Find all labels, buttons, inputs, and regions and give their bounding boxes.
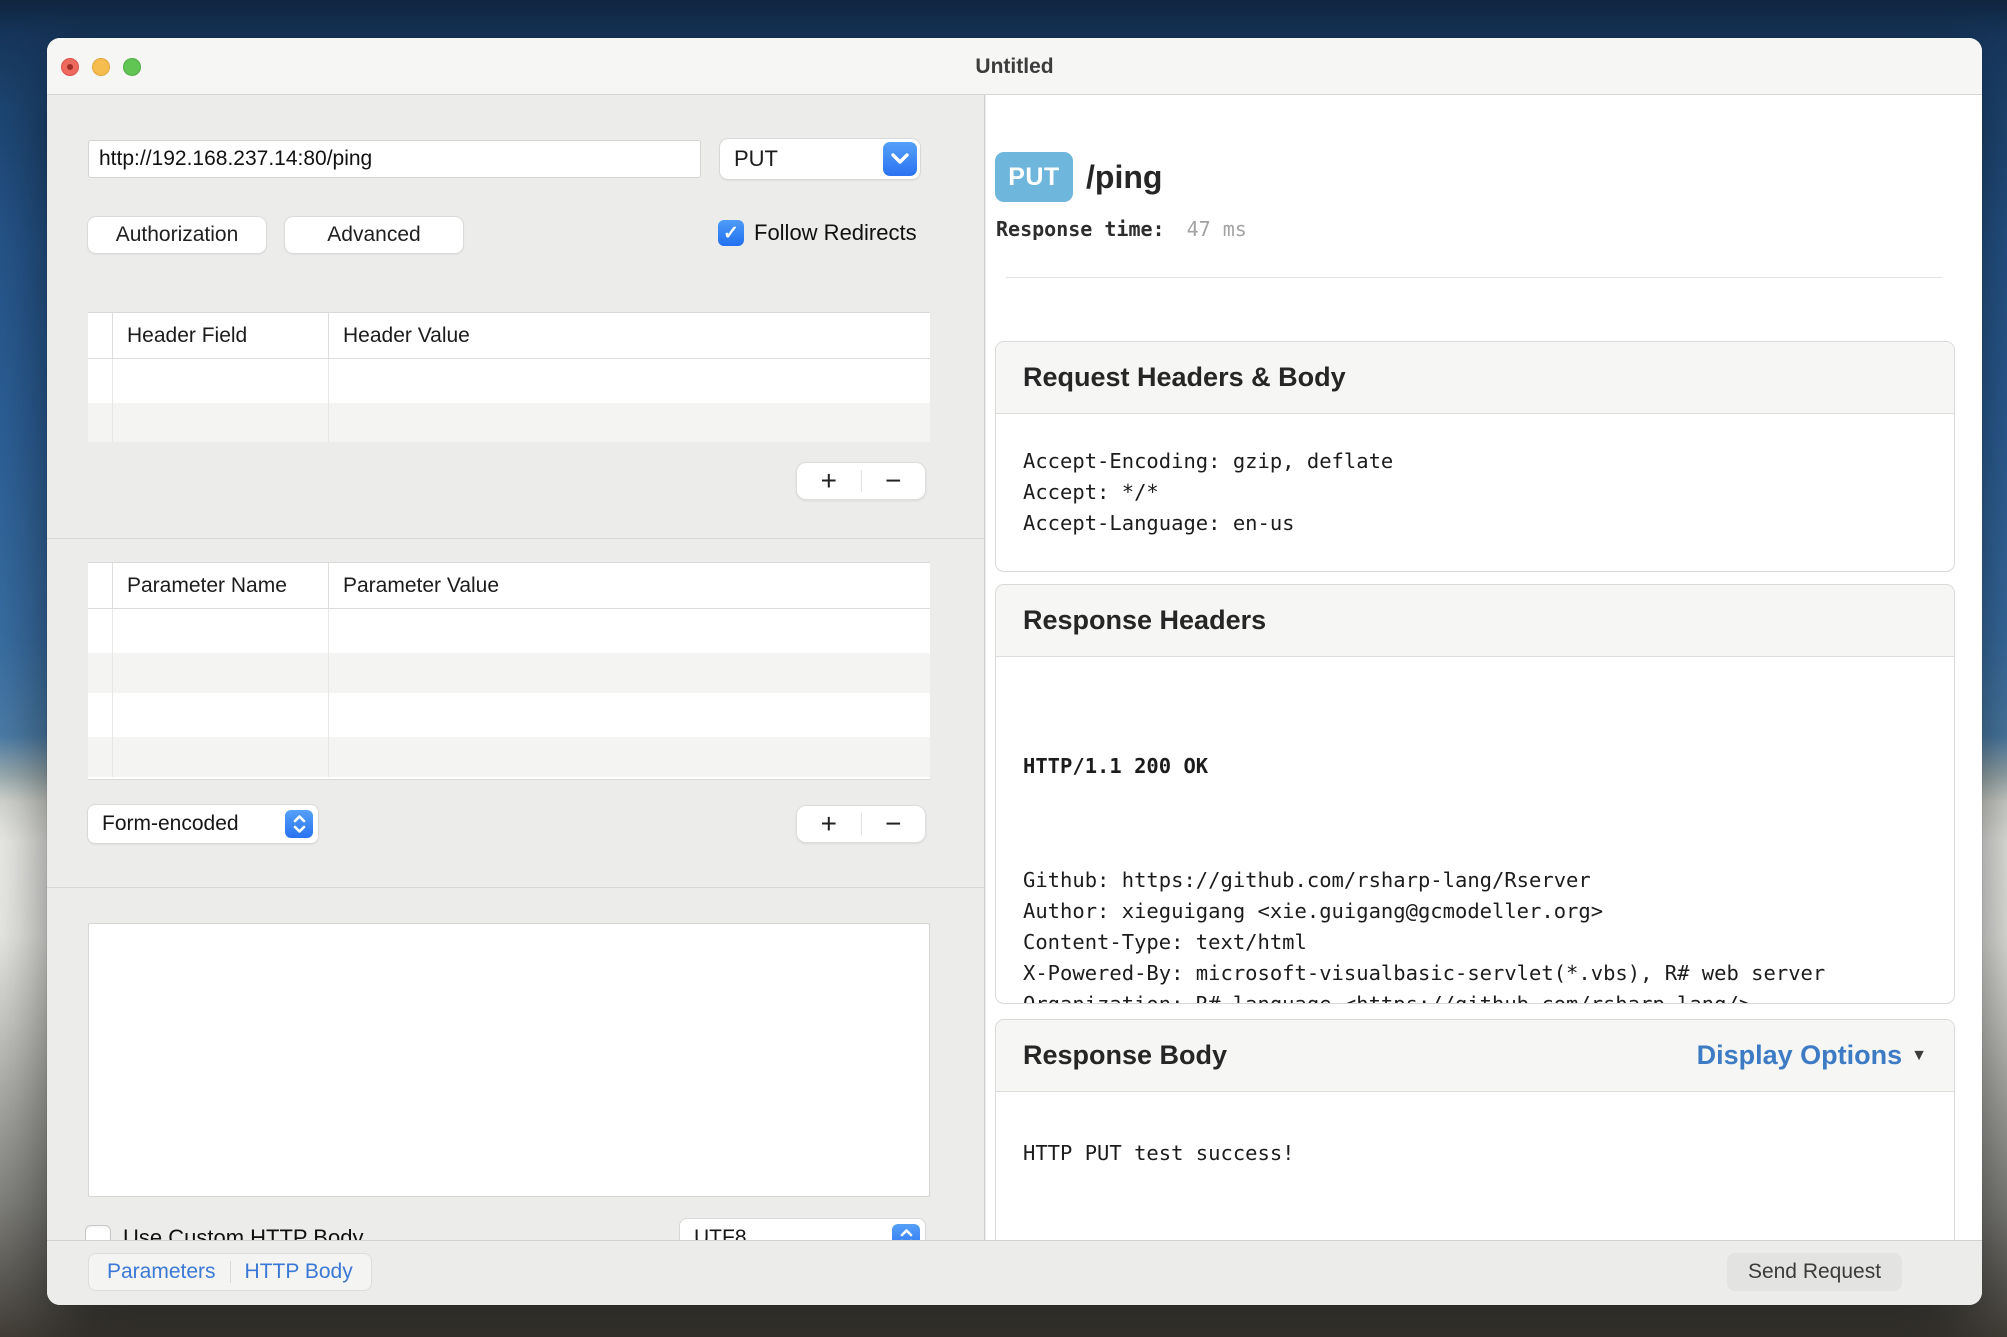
url-input[interactable] (88, 140, 701, 178)
remove-parameter-button[interactable]: − (862, 808, 926, 840)
follow-redirects-checkbox[interactable]: ✓ (718, 220, 744, 246)
tab-parameters[interactable]: Parameters (93, 1260, 230, 1284)
app-window: Untitled PUT Authorization Advanced ✓ Fo… (47, 38, 1982, 1305)
table-row[interactable] (88, 693, 930, 737)
table-row[interactable] (88, 403, 930, 442)
request-headers-card: Request Headers & Body Accept-Encoding: … (995, 341, 1955, 572)
add-parameter-button[interactable]: + (797, 808, 861, 840)
headers-table: Header Field Header Value (88, 312, 930, 442)
response-time: Response time: 47 ms (996, 217, 1247, 241)
authorization-button[interactable]: Authorization (88, 217, 266, 253)
response-time-value: 47 ms (1187, 217, 1247, 241)
response-panel: PUT /ping Response time: 47 ms Request H… (986, 95, 1982, 1240)
response-body-title: Response Body (1023, 1040, 1227, 1071)
method-select-value: PUT (720, 146, 778, 172)
parameter-value-column: Parameter Value (329, 574, 499, 598)
response-headers-content: Github: https://github.com/rsharp-lang/R… (1023, 865, 1927, 1004)
remove-header-button[interactable]: − (862, 465, 926, 497)
request-headers-content: Accept-Encoding: gzip, deflate Accept: *… (996, 414, 1954, 539)
tab-http-body[interactable]: HTTP Body (231, 1260, 367, 1284)
request-path: /ping (1086, 152, 1162, 202)
add-header-button[interactable]: + (797, 465, 861, 497)
advanced-button[interactable]: Advanced (285, 217, 463, 253)
http-status-line: HTTP/1.1 200 OK (1023, 751, 1927, 782)
headers-add-remove-group: + − (797, 463, 925, 499)
follow-redirects-group: ✓ Follow Redirects (718, 220, 917, 246)
updown-chevrons-icon (285, 810, 313, 838)
follow-redirects-label: Follow Redirects (754, 220, 917, 246)
parameters-table: Parameter Name Parameter Value (88, 562, 930, 780)
request-panel: PUT Authorization Advanced ✓ Follow Redi… (47, 95, 985, 1240)
request-headers-title: Request Headers & Body (1023, 362, 1346, 393)
title-bar: Untitled (47, 38, 1982, 95)
response-headers-card: Response Headers HTTP/1.1 200 OK Github:… (995, 584, 1955, 1004)
body-mode-tabs: Parameters HTTP Body (88, 1253, 372, 1291)
send-request-button[interactable]: Send Request (1727, 1253, 1902, 1291)
table-row[interactable] (88, 609, 930, 653)
encoding-select-value: Form-encoded (88, 812, 239, 836)
parameter-name-column: Parameter Name (113, 574, 287, 598)
section-divider (47, 887, 985, 888)
response-body-content: HTTP PUT test success! (996, 1092, 1954, 1169)
table-row[interactable] (88, 737, 930, 777)
header-value-column: Header Value (329, 324, 470, 348)
method-badge: PUT (995, 152, 1073, 202)
headers-table-head: Header Field Header Value (88, 313, 930, 359)
parameters-table-head: Parameter Name Parameter Value (88, 563, 930, 609)
response-headers-title: Response Headers (1023, 605, 1266, 636)
chevron-down-icon (883, 142, 917, 176)
section-divider (47, 538, 985, 539)
method-select[interactable]: PUT (720, 139, 920, 179)
display-options-label: Display Options (1697, 1040, 1903, 1071)
divider (1006, 277, 1942, 278)
custom-body-textarea[interactable] (88, 923, 930, 1197)
response-time-label: Response time: (996, 217, 1165, 241)
triangle-down-icon: ▼ (1911, 1047, 1927, 1065)
response-body-card: Response Body Display Options ▼ HTTP PUT… (995, 1019, 1955, 1249)
encoding-select[interactable]: Form-encoded (88, 805, 318, 843)
window-footer: Parameters HTTP Body Send Request (47, 1240, 1982, 1305)
table-row[interactable] (88, 359, 930, 403)
window-title: Untitled (47, 38, 1982, 95)
display-options-button[interactable]: Display Options ▼ (1697, 1040, 1927, 1071)
header-field-column: Header Field (113, 324, 247, 348)
parameters-add-remove-group: + − (797, 806, 925, 842)
table-row[interactable] (88, 653, 930, 693)
